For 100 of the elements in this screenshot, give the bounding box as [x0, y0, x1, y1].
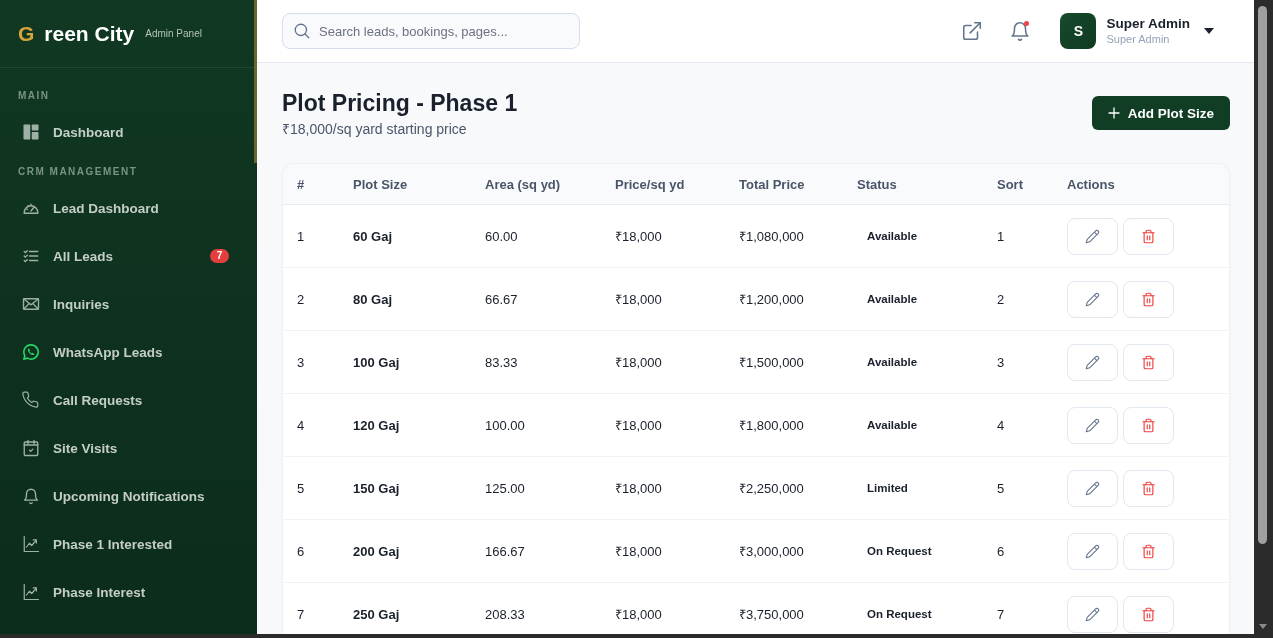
total-price: ₹3,000,000 — [739, 543, 804, 560]
sidebar-item[interactable]: Lead Dashboard — [0, 184, 229, 232]
trash-icon — [1141, 354, 1156, 370]
trash-icon — [1141, 606, 1156, 622]
scrollbar[interactable] — [1254, 0, 1273, 634]
user-name: Super Admin — [1106, 16, 1190, 32]
delete-button[interactable] — [1123, 469, 1174, 507]
search-field[interactable]: Search leads, bookings, pages... — [282, 13, 580, 49]
total-price: ₹1,500,000 — [739, 354, 804, 371]
logo-subtitle: Admin Panel — [145, 28, 202, 39]
price-value: ₹18,000 — [615, 417, 662, 434]
plot-size: 100 Gaj — [353, 354, 400, 370]
logo-name: reen City — [44, 21, 135, 46]
chart-icon — [22, 535, 40, 553]
delete-button[interactable] — [1123, 595, 1174, 633]
count-badge: 7 — [210, 249, 229, 263]
trash-icon — [1141, 480, 1156, 496]
trash-icon — [1141, 417, 1156, 433]
sort-order: 1 — [997, 228, 1005, 244]
sort-order: 3 — [997, 354, 1005, 370]
sidebar-item[interactable]: Site Visits — [0, 424, 229, 472]
status-label: Available — [867, 293, 918, 305]
sort-order: 7 — [997, 606, 1005, 622]
delete-button[interactable] — [1123, 532, 1174, 570]
edit-button[interactable] — [1067, 217, 1118, 255]
edit-button[interactable] — [1067, 280, 1118, 318]
row-number: 5 — [297, 480, 305, 496]
sidebar-item[interactable]: WhatsApp Leads — [0, 328, 229, 376]
total-price: ₹3,750,000 — [739, 606, 804, 623]
sidebar-item[interactable]: Inquiries — [0, 280, 229, 328]
price-value: ₹18,000 — [615, 543, 662, 560]
chart-icon — [22, 583, 40, 601]
sidebar-item[interactable]: Upcoming Notifications — [0, 472, 229, 520]
page-title: Plot Pricing - Phase 1 — [282, 89, 518, 118]
scrollbar-thumb[interactable] — [1258, 6, 1267, 544]
column-header: Status — [857, 176, 897, 192]
pencil-icon — [1085, 606, 1100, 622]
area-value: 125.00 — [485, 480, 525, 496]
checklist-icon — [22, 247, 40, 265]
sidebar-item[interactable]: Call Requests — [0, 376, 229, 424]
area-value: 60.00 — [485, 228, 518, 244]
add-plot-size-button[interactable]: Add Plot Size — [1091, 96, 1230, 130]
bell-icon — [22, 487, 40, 505]
trash-icon — [1141, 543, 1156, 559]
user-avatar[interactable]: S — [1060, 13, 1097, 49]
pencil-icon — [1085, 543, 1100, 559]
total-price: ₹1,800,000 — [739, 417, 804, 434]
column-header: Sort — [997, 176, 1023, 192]
sort-order: 5 — [997, 480, 1005, 496]
column-header: Price/sq yd — [615, 176, 685, 192]
price-value: ₹18,000 — [615, 228, 662, 245]
edit-button[interactable] — [1067, 406, 1118, 444]
column-header: # — [297, 176, 305, 192]
pencil-icon — [1085, 228, 1100, 244]
area-value: 166.67 — [485, 543, 525, 559]
scroll-down-icon[interactable] — [1259, 624, 1267, 629]
edit-button[interactable] — [1067, 595, 1118, 633]
sort-order: 2 — [997, 291, 1005, 307]
caret-icon[interactable] — [1204, 28, 1214, 34]
section-label: CRM MANAGEMENT — [17, 166, 139, 178]
page-subtitle: ₹18,000/sq yard starting price — [282, 120, 468, 138]
price-value: ₹18,000 — [615, 480, 662, 497]
sort-order: 4 — [997, 417, 1005, 433]
sidebar-item[interactable]: Phase 1 Interested — [0, 520, 229, 568]
trash-icon — [1141, 291, 1156, 307]
row-number: 3 — [297, 354, 305, 370]
column-header: Area (sq yd) — [485, 176, 561, 192]
external-link-icon[interactable] — [961, 20, 984, 42]
row-number: 7 — [297, 606, 305, 622]
delete-button[interactable] — [1123, 280, 1174, 318]
edit-button[interactable] — [1067, 343, 1118, 381]
area-value: 208.33 — [485, 606, 525, 622]
calendar-icon — [22, 439, 40, 457]
area-value: 100.00 — [485, 417, 525, 433]
user-role: Super Admin — [1106, 32, 1171, 46]
column-header: Plot Size — [353, 176, 408, 192]
envelope-icon — [22, 295, 40, 313]
plot-size: 150 Gaj — [353, 480, 400, 496]
status-label: Available — [867, 419, 918, 431]
sidebar-item[interactable]: Phase Interest — [0, 568, 229, 616]
plot-size: 80 Gaj — [353, 291, 393, 307]
plot-size: 250 Gaj — [353, 606, 400, 622]
status-label: On Request — [867, 608, 932, 620]
status-label: Available — [867, 356, 918, 368]
delete-button[interactable] — [1123, 217, 1174, 255]
delete-button[interactable] — [1123, 343, 1174, 381]
total-price: ₹1,200,000 — [739, 291, 804, 308]
delete-button[interactable] — [1123, 406, 1174, 444]
edit-button[interactable] — [1067, 469, 1118, 507]
total-price: ₹1,080,000 — [739, 228, 804, 245]
total-price: ₹2,250,000 — [739, 480, 804, 497]
plus-icon — [1107, 107, 1120, 119]
edit-button[interactable] — [1067, 532, 1118, 570]
sidebar-item[interactable]: Dashboard — [0, 108, 229, 156]
sidebar-scrollbar-thumb[interactable] — [254, 0, 257, 163]
sidebar-item[interactable]: All Leads — [0, 232, 210, 280]
pencil-icon — [1085, 417, 1100, 433]
plot-size: 60 Gaj — [353, 228, 393, 244]
pencil-icon — [1085, 291, 1100, 307]
trash-icon — [1141, 228, 1156, 244]
